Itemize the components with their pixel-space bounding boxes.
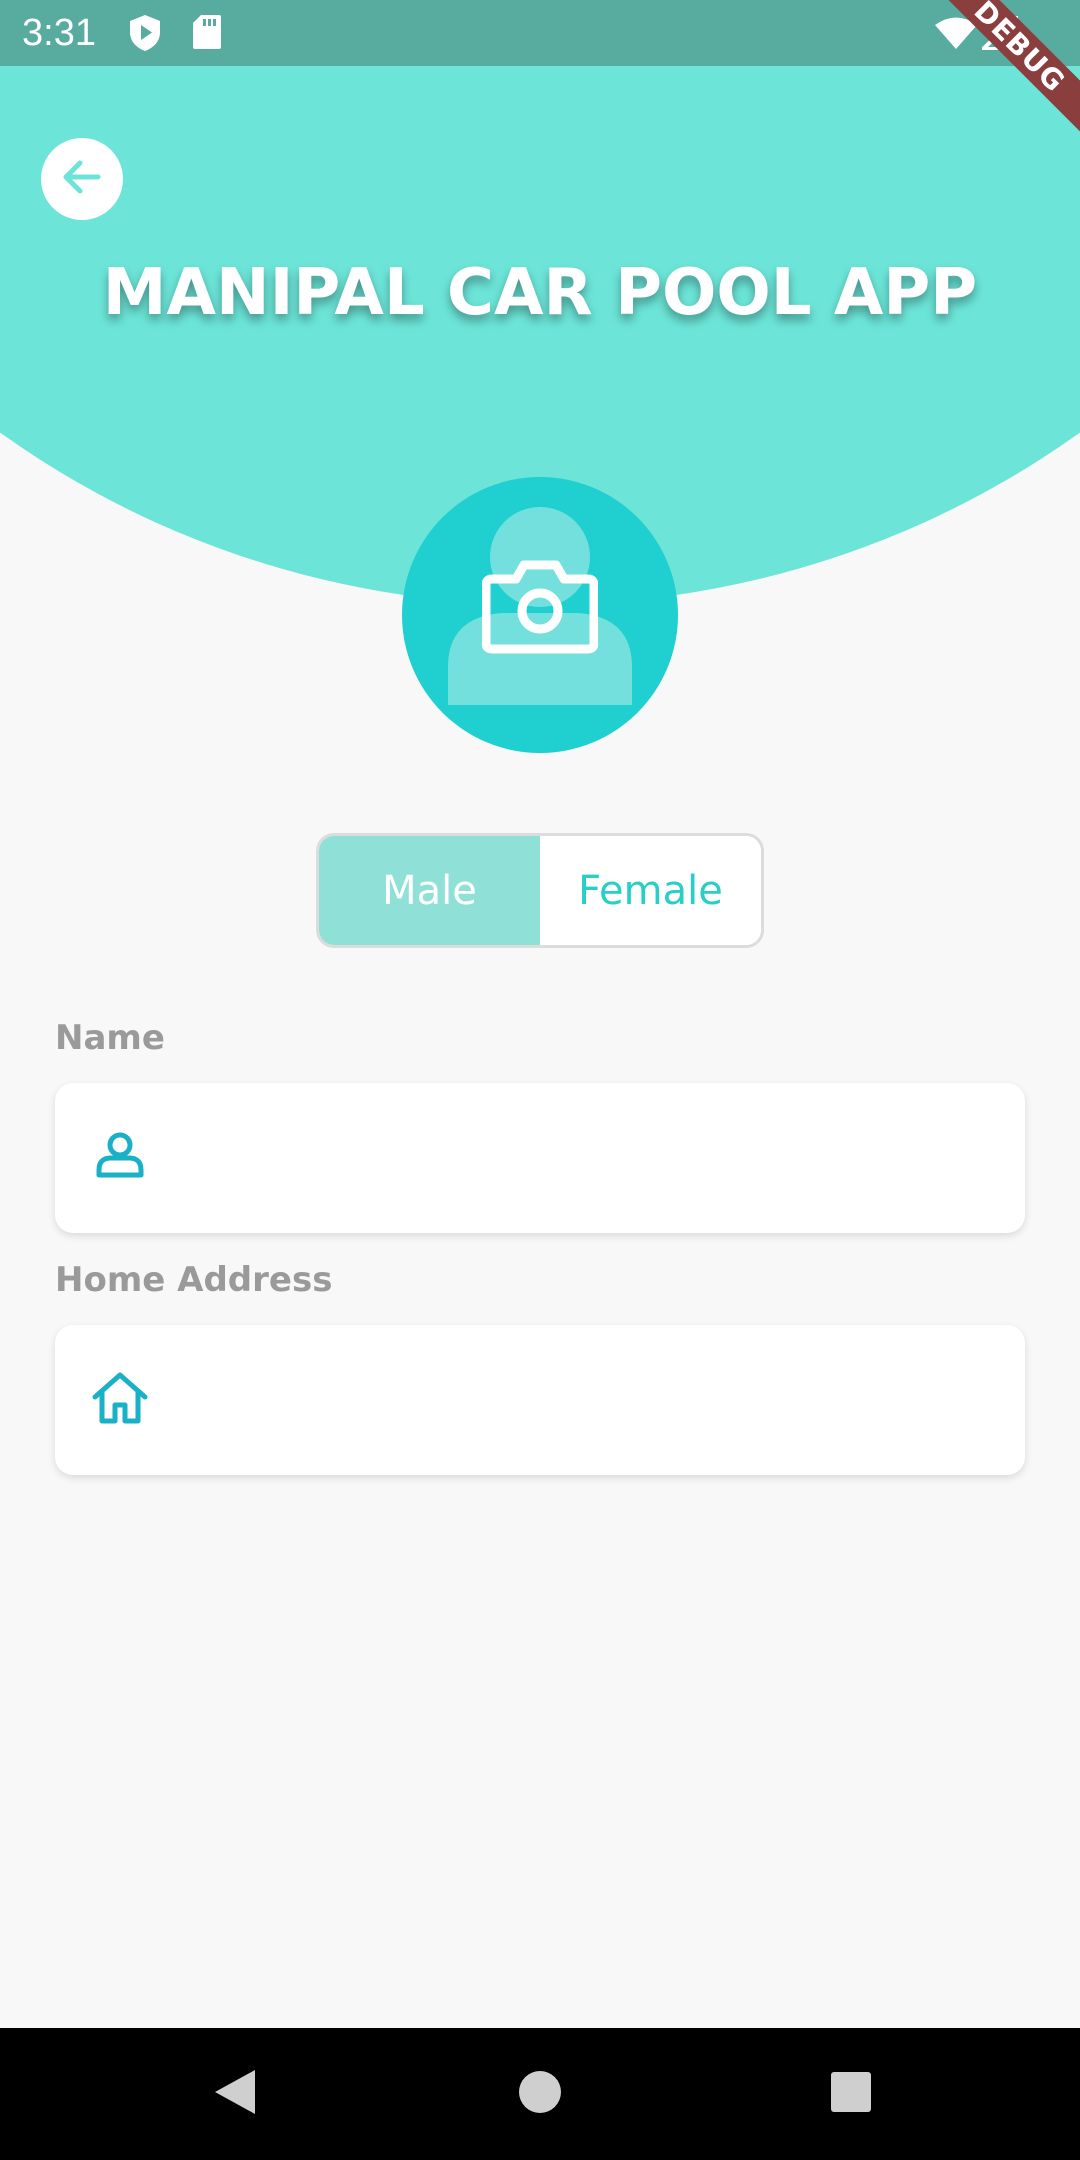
person-icon <box>89 1125 151 1187</box>
app-title: MANIPAL CAR POOL APP <box>102 256 978 330</box>
gender-option-male[interactable]: Male <box>319 836 540 945</box>
screen: 3:31 DEBUG MANIPAL CAR POOL APP Male Fem… <box>0 0 1080 2160</box>
camera-icon <box>482 560 598 654</box>
nav-recents-button[interactable] <box>806 2028 896 2160</box>
profile-photo-picker[interactable] <box>402 477 678 753</box>
status-time: 3:31 <box>22 12 96 54</box>
name-input[interactable] <box>185 1083 1005 1233</box>
gender-toggle[interactable]: Male Female <box>316 833 764 948</box>
sd-card-icon <box>192 14 222 55</box>
play-protect-icon <box>128 14 162 57</box>
home-address-label: Home Address <box>55 1260 333 1300</box>
name-label: Name <box>55 1018 165 1058</box>
status-bar: 3:31 <box>0 0 1080 66</box>
nav-home-button[interactable] <box>495 2028 585 2160</box>
home-circle-icon <box>518 2070 562 2119</box>
home-icon <box>89 1367 151 1429</box>
back-triangle-icon <box>213 2068 257 2121</box>
recents-square-icon <box>830 2071 872 2118</box>
home-address-field[interactable] <box>55 1325 1025 1475</box>
gender-option-female[interactable]: Female <box>540 836 761 945</box>
arrow-left-icon <box>58 153 106 206</box>
back-button[interactable] <box>41 138 123 220</box>
system-nav-bar <box>0 2028 1080 2160</box>
nav-back-button[interactable] <box>190 2028 280 2160</box>
name-field[interactable] <box>55 1083 1025 1233</box>
home-address-input[interactable] <box>185 1325 1005 1475</box>
